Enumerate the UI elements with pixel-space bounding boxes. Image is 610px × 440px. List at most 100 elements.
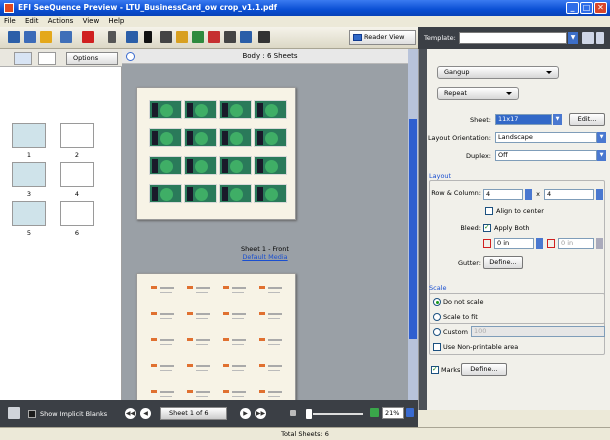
prev-page-icon[interactable]: ◀	[140, 408, 151, 419]
custom-scale-input[interactable]: 100	[471, 326, 605, 337]
duplex-select[interactable]: Off	[495, 150, 597, 161]
bleed-horizontal-stepper[interactable]	[536, 238, 543, 249]
first-page-icon[interactable]: ◀◀	[125, 408, 136, 419]
delete-template-icon[interactable]	[596, 32, 604, 44]
template-select[interactable]	[459, 32, 567, 44]
show-blanks-checkbox[interactable]	[28, 410, 36, 418]
orientation-select[interactable]: Landscape	[495, 132, 597, 143]
mode-dropdown[interactable]: Gangup	[437, 66, 559, 79]
menu-file[interactable]: File	[4, 17, 16, 25]
chevron-down-icon[interactable]: ▼	[597, 150, 606, 161]
do-not-scale-label: Do not scale	[443, 298, 484, 306]
rows-stepper[interactable]	[525, 189, 532, 200]
menu-help[interactable]: Help	[108, 17, 124, 25]
reader-view-button[interactable]: Reader View	[349, 30, 416, 45]
zoom-menu-icon[interactable]	[406, 408, 414, 417]
card-front	[184, 156, 217, 175]
bleed-horizontal-input[interactable]: 0 in	[494, 238, 534, 249]
menu-actions[interactable]: Actions	[48, 17, 74, 25]
bottom-toolbar: Show Implicit Blanks ◀◀ ◀ Sheet 1 of 6 ▶…	[0, 400, 418, 427]
marks-checkbox[interactable]	[431, 365, 439, 374]
rows-input[interactable]: 4	[483, 189, 523, 200]
options-button[interactable]: Options	[66, 52, 118, 65]
collapse-icon[interactable]	[126, 52, 135, 61]
last-page-icon[interactable]: ▶▶	[255, 408, 266, 419]
columns-input[interactable]: 4	[544, 189, 594, 200]
folder-icon[interactable]	[40, 31, 52, 43]
hand-icon[interactable]	[160, 31, 172, 43]
monitor-icon	[353, 34, 362, 41]
total-sheets: Total Sheets: 6	[281, 430, 329, 438]
canvas-scrollbar[interactable]	[408, 49, 418, 400]
scrollbar-thumb[interactable]	[409, 119, 417, 339]
custom-scale-radio[interactable]	[433, 328, 441, 336]
card-front	[184, 100, 217, 119]
zoom-out-icon[interactable]	[208, 31, 220, 43]
thumbnail-6[interactable]	[60, 201, 94, 226]
back-sheet[interactable]	[136, 273, 296, 413]
chevron-down-icon[interactable]: ▼	[597, 132, 606, 143]
page-select[interactable]: Sheet 1 of 6	[160, 407, 227, 420]
zoom-in-icon[interactable]	[192, 31, 204, 43]
zoom-slider[interactable]	[313, 413, 363, 415]
collapse-icon[interactable]	[108, 31, 116, 43]
maximize-button[interactable]: □	[580, 2, 593, 14]
minimize-button[interactable]: _	[566, 2, 579, 14]
preview-icon[interactable]	[258, 31, 270, 43]
bleed-vertical-stepper[interactable]	[596, 238, 603, 249]
crop-icon[interactable]	[176, 31, 188, 43]
app-window: EFI SeeQuence Preview - LTU_BusinessCard…	[0, 0, 610, 440]
zoom-out-small-icon[interactable]	[290, 410, 296, 416]
print-icon[interactable]	[60, 31, 72, 43]
page-view-icon[interactable]	[126, 31, 138, 43]
zoom-input[interactable]: 21%	[382, 407, 404, 419]
do-not-scale-radio[interactable]	[433, 298, 441, 306]
zoom-in-small-icon[interactable]	[370, 408, 379, 417]
pointer-icon[interactable]	[144, 31, 152, 43]
thumbnail-4[interactable]	[60, 162, 94, 187]
columns-stepper[interactable]	[596, 189, 603, 200]
save-template-icon[interactable]	[582, 32, 594, 44]
sheet-size-select[interactable]: 11x17	[495, 114, 552, 125]
chevron-down-icon[interactable]: ▼	[553, 114, 562, 125]
align-center-checkbox[interactable]	[485, 207, 493, 215]
menu-bar: File Edit Actions View Help	[0, 16, 610, 27]
card-front	[149, 156, 182, 175]
front-sheet[interactable]	[136, 87, 296, 220]
thumbnail-number: 4	[74, 190, 80, 198]
edit-sheet-button[interactable]: Edit...	[569, 113, 605, 126]
layout-section-title: Layout	[429, 172, 452, 180]
marks-define-button[interactable]: Define...	[461, 363, 507, 376]
repeat-dropdown[interactable]: Repeat	[437, 87, 519, 100]
gutter-define-button[interactable]: Define...	[483, 256, 523, 269]
sheet-canvas: Body : 6 Sheets Sheet 1 - Front Default …	[122, 49, 418, 413]
status-bar: Total Sheets: 6	[0, 427, 610, 440]
chevron-down-icon[interactable]: ▼	[568, 32, 578, 44]
thumbnail-5[interactable]	[12, 201, 46, 226]
non-printable-checkbox[interactable]	[433, 343, 441, 351]
app-icon	[4, 3, 14, 13]
tab-list[interactable]	[38, 52, 56, 65]
menu-view[interactable]: View	[83, 17, 100, 25]
menu-edit[interactable]: Edit	[25, 17, 39, 25]
card-back	[223, 336, 249, 350]
delete-icon[interactable]	[82, 31, 94, 43]
zoom-slider-handle[interactable]	[306, 409, 312, 419]
close-button[interactable]: ✕	[594, 2, 607, 14]
scale-to-fit-radio[interactable]	[433, 313, 441, 321]
save-icon[interactable]	[24, 31, 36, 43]
title-bar: EFI SeeQuence Preview - LTU_BusinessCard…	[0, 0, 610, 16]
tab-thumbnails[interactable]	[14, 52, 32, 65]
apply-both-checkbox[interactable]	[483, 223, 491, 232]
default-media-link[interactable]: Default Media	[242, 253, 287, 261]
card-back	[223, 284, 249, 298]
open-icon[interactable]	[8, 31, 20, 43]
bleed-vertical-input[interactable]: 0 in	[558, 238, 594, 249]
thumbnail-3[interactable]	[12, 162, 46, 187]
fit-width-icon[interactable]	[240, 31, 252, 43]
card-front	[149, 184, 182, 203]
next-page-icon[interactable]: ▶	[240, 408, 251, 419]
thumbnail-2[interactable]	[60, 123, 94, 148]
thumbnail-1[interactable]	[12, 123, 46, 148]
fit-page-icon[interactable]	[224, 31, 236, 43]
